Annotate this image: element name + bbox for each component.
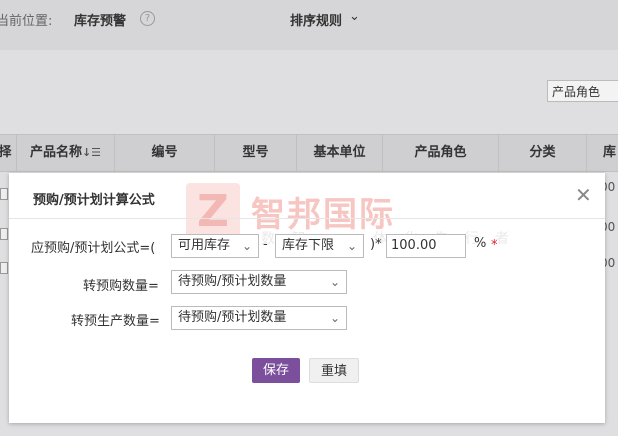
production-qty-value: 待预购/预计划数量 [178, 310, 287, 325]
col-product-name-label: 产品名称 [29, 145, 82, 160]
col-product-role: 产品角色 [382, 135, 498, 171]
sort-icon[interactable]: ↓☰ [82, 146, 101, 159]
page-title: 库存预警 [74, 14, 127, 29]
chevron-down-icon: ⌄ [241, 239, 252, 253]
reset-button[interactable]: 重填 [309, 358, 359, 383]
breadcrumb-prefix: 当前位置: [0, 14, 53, 29]
row-checkbox[interactable] [0, 262, 8, 274]
production-qty-select[interactable]: 待预购/预计划数量 ⌄ [171, 306, 347, 330]
product-role-filter[interactable]: 产品角色 [547, 80, 618, 102]
stock-limit-value: 库存下限 [282, 238, 335, 253]
top-bar: 当前位置: 库存预警 ? 排序规则 ⌄ [0, 0, 618, 50]
save-button[interactable]: 保存 [252, 358, 300, 383]
purchase-qty-label: 转预购数量= [83, 279, 159, 294]
purchase-qty-select[interactable]: 待预购/预计划数量 ⌄ [171, 270, 347, 294]
col-select: 择 [0, 145, 12, 160]
dialog-title: 预购/预计划计算公式 [33, 193, 155, 208]
formula-dialog: Z 智邦国际 数 智 · 一 体 化 先 行 者 预购/预计划计算公式 ✕ 应预… [9, 173, 605, 423]
chevron-down-icon: ⌄ [346, 239, 357, 253]
col-category: 分类 [498, 135, 586, 171]
formula-label: 应预购/预计划公式=( [31, 241, 156, 256]
col-code: 编号 [114, 135, 214, 171]
minus-sign: - [263, 237, 268, 252]
col-stock: 库 [586, 135, 618, 171]
stock-type-select[interactable]: 可用库存 ⌄ [171, 234, 259, 258]
chevron-down-icon: ⌄ [329, 311, 340, 325]
question-circle-icon[interactable]: ? [140, 11, 155, 26]
table-header: 择 产品名称↓☰ 编号 型号 基本单位 产品角色 分类 库 [0, 134, 618, 172]
watermark-logo: Z [186, 183, 240, 241]
dialog-divider [9, 218, 605, 219]
close-icon[interactable]: ✕ [575, 183, 592, 207]
required-mark: * [491, 238, 498, 253]
percent-input[interactable]: 100.00 [386, 234, 466, 258]
sort-rules-button[interactable]: 排序规则 [290, 10, 342, 29]
production-qty-label: 转预生产数量= [71, 314, 160, 329]
purchase-qty-value: 待预购/预计划数量 [178, 274, 287, 289]
multiply-sign: )* [370, 237, 382, 252]
row-checkbox[interactable] [0, 188, 8, 200]
chevron-down-icon: ⌄ [329, 275, 340, 289]
stock-limit-select[interactable]: 库存下限 ⌄ [275, 234, 364, 258]
col-model: 型号 [214, 135, 296, 171]
chevron-down-icon[interactable]: ⌄ [349, 9, 360, 24]
col-product-name[interactable]: 产品名称↓☰ [16, 135, 114, 171]
col-base-unit: 基本单位 [296, 135, 382, 171]
percent-sign: % [474, 236, 487, 251]
stock-type-value: 可用库存 [178, 238, 231, 253]
row-checkbox[interactable] [0, 228, 8, 240]
